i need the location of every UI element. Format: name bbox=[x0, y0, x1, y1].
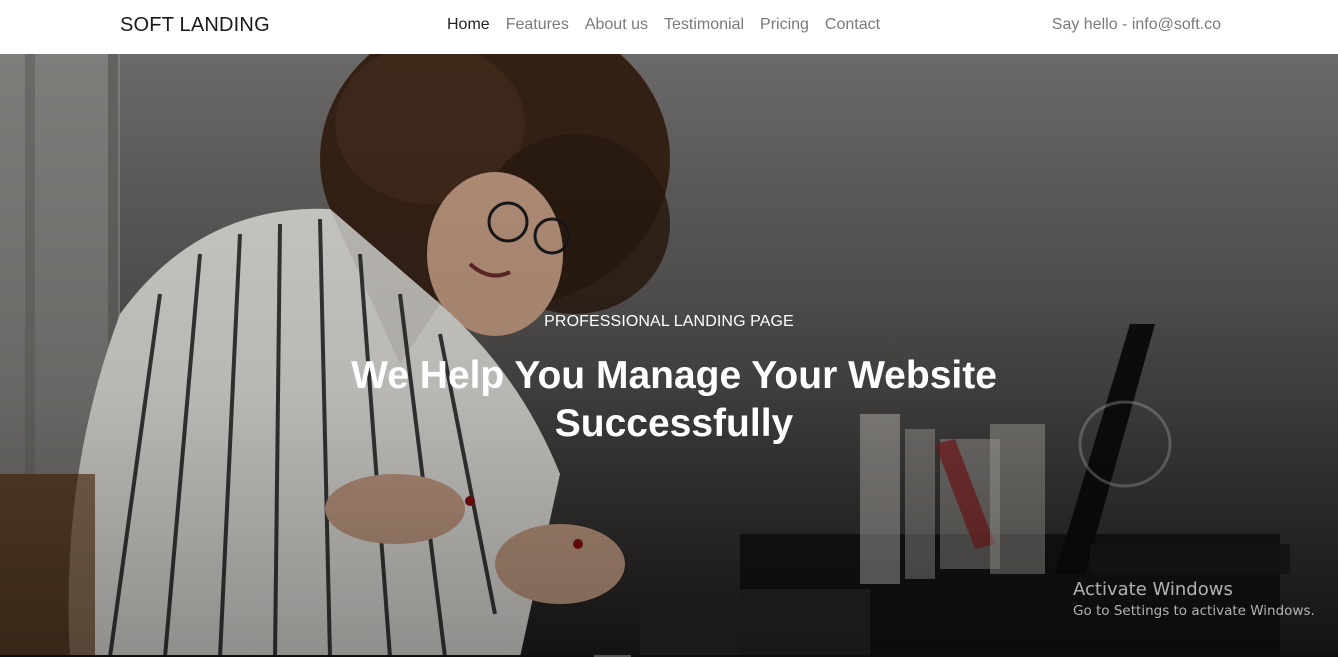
contact-email-text: Say hello - info@soft.co bbox=[1051, 16, 1221, 33]
nav-link-home[interactable]: Home bbox=[447, 16, 490, 34]
main-nav: Home Features About us Testimonial Prici… bbox=[447, 16, 880, 34]
hero-heading: We Help You Manage Your Website Successf… bbox=[351, 354, 997, 445]
nav-link-contact[interactable]: Contact bbox=[825, 16, 880, 34]
activate-windows-watermark: Activate Windows Go to Settings to activ… bbox=[1073, 579, 1315, 619]
nav-link-about-us[interactable]: About us bbox=[585, 16, 648, 34]
watermark-title: Activate Windows bbox=[1073, 579, 1233, 600]
brand-logo[interactable]: SOFT LANDING bbox=[120, 14, 270, 37]
hero-section: PROFESSIONAL LANDING PAGE We Help You Ma… bbox=[0, 54, 1338, 657]
nav-link-pricing[interactable]: Pricing bbox=[760, 16, 809, 34]
nav-link-testimonial[interactable]: Testimonial bbox=[664, 16, 744, 34]
nav-link-features[interactable]: Features bbox=[506, 16, 569, 34]
watermark-subtitle: Go to Settings to activate Windows. bbox=[1073, 603, 1315, 619]
top-navbar: SOFT LANDING Home Features About us Test… bbox=[0, 0, 1338, 54]
hero-eyebrow-text: PROFESSIONAL LANDING PAGE bbox=[544, 313, 794, 330]
